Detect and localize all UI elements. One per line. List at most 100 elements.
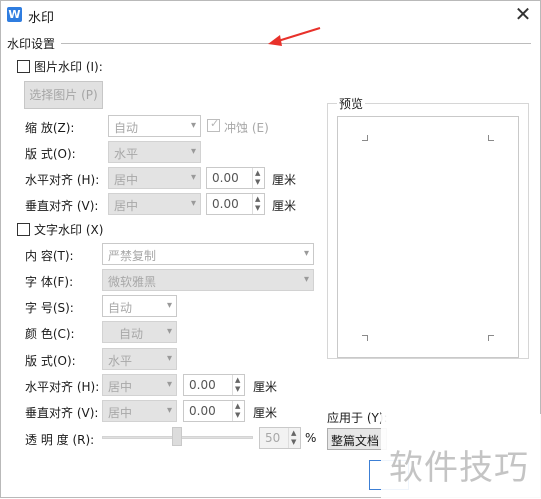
content-value: 严禁复制 xyxy=(108,249,157,263)
arrow-up-icon[interactable]: ▲ xyxy=(255,170,260,177)
washout-checkbox[interactable]: ✓ xyxy=(207,117,220,132)
image-watermark-checkbox[interactable] xyxy=(17,60,30,73)
arrow-up-icon[interactable]: ▲ xyxy=(255,196,260,203)
apply-to-value: 整篇文档 xyxy=(331,434,380,448)
font-value: 微软雅黑 xyxy=(108,275,157,289)
annotation-arrow-icon xyxy=(268,27,321,46)
dialog-title: 水印 xyxy=(28,11,55,26)
color-select[interactable]: 自动 ▾ xyxy=(102,321,177,343)
text-v-align-select[interactable]: 居中 ▾ xyxy=(102,400,177,422)
text-layout-label: 版 式(O): xyxy=(25,354,76,368)
wps-w-icon: W xyxy=(7,7,22,22)
select-image-button[interactable]: 选择图片 (P) xyxy=(24,81,103,109)
image-v-align-select[interactable]: 居中 ▾ xyxy=(108,193,201,215)
size-value: 自动 xyxy=(108,301,133,315)
image-h-offset-value: 0.00 xyxy=(212,171,239,185)
color-value: 自动 xyxy=(119,327,144,341)
chevron-down-icon: ▾ xyxy=(166,300,172,311)
arrow-down-icon[interactable]: ▼ xyxy=(291,439,296,446)
text-v-align-value: 居中 xyxy=(108,406,133,420)
image-v-align-label: 垂直对齐 (V): xyxy=(25,199,99,213)
chevron-down-icon: ▾ xyxy=(190,172,196,183)
arrow-down-icon[interactable]: ▼ xyxy=(255,179,260,186)
scale-select-value: 自动 xyxy=(114,121,139,135)
size-select[interactable]: 自动 ▾ xyxy=(102,295,177,317)
image-layout-select[interactable]: 水平 ▾ xyxy=(108,141,201,163)
arrow-up-icon[interactable]: ▲ xyxy=(291,430,296,437)
text-v-offset-value: 0.00 xyxy=(189,404,216,418)
image-v-offset-value: 0.00 xyxy=(212,197,239,211)
arrow-down-icon[interactable]: ▼ xyxy=(255,205,260,212)
color-label: 颜 色(C): xyxy=(25,327,75,341)
image-layout-label: 版 式(O): xyxy=(25,147,76,161)
checkmark-icon: ✓ xyxy=(210,117,220,130)
opacity-value: 50 xyxy=(265,431,281,445)
site-watermark: 软件技巧 xyxy=(381,414,541,499)
image-v-align-value: 居中 xyxy=(114,199,139,213)
chevron-down-icon: ▾ xyxy=(190,146,196,157)
chevron-down-icon: ▾ xyxy=(166,326,172,337)
text-h-align-select[interactable]: 居中 ▾ xyxy=(102,374,177,396)
text-v-offset-stepper[interactable]: 0.00 ▲ ▼ xyxy=(183,400,245,422)
scale-select[interactable]: 自动 ▾ xyxy=(108,115,201,137)
image-watermark-label: 图片水印 (I): xyxy=(34,60,103,74)
text-watermark-checkbox[interactable] xyxy=(17,223,30,236)
font-label: 字 体(F): xyxy=(25,275,74,289)
text-v-unit: 厘米 xyxy=(253,406,278,420)
chevron-down-icon: ▾ xyxy=(190,120,196,131)
chevron-down-icon: ▾ xyxy=(303,248,309,259)
text-layout-value: 水平 xyxy=(108,354,133,368)
text-watermark-label: 文字水印 (X) xyxy=(34,223,104,237)
page-corner-mark xyxy=(362,335,368,341)
page-corner-mark xyxy=(488,335,494,341)
chevron-down-icon: ▾ xyxy=(166,353,172,364)
washout-label: 冲蚀 (E) xyxy=(224,121,269,135)
text-h-unit: 厘米 xyxy=(253,380,278,394)
text-h-offset-stepper[interactable]: 0.00 ▲ ▼ xyxy=(183,374,245,396)
apply-to-label: 应用于 (Y): xyxy=(327,411,388,425)
preview-label: 预览 xyxy=(337,95,366,112)
stepper-controls: ▲ ▼ xyxy=(288,428,300,448)
watermark-dialog: W 水印 ✕ 水印设置 图片水印 (I): 选择图片 (P) 缩 放(Z): 自… xyxy=(0,0,541,499)
preview-page xyxy=(337,116,519,358)
content-select[interactable]: 严禁复制 ▾ xyxy=(102,243,314,265)
opacity-label: 透 明 度 (R): xyxy=(25,433,95,447)
size-label: 字 号(S): xyxy=(25,301,74,315)
scale-label: 缩 放(Z): xyxy=(25,121,75,135)
text-h-offset-value: 0.00 xyxy=(189,378,216,392)
arrow-down-icon[interactable]: ▼ xyxy=(235,386,240,393)
site-watermark-text: 软件技巧 xyxy=(389,448,529,488)
stepper-controls: ▲ ▼ xyxy=(252,168,264,188)
chevron-down-icon: ▾ xyxy=(303,274,309,285)
image-h-align-select[interactable]: 居中 ▾ xyxy=(108,167,201,189)
image-h-align-label: 水平对齐 (H): xyxy=(25,173,100,187)
opacity-unit: % xyxy=(305,431,317,445)
text-h-align-value: 居中 xyxy=(108,380,133,394)
chevron-down-icon: ▾ xyxy=(166,379,172,390)
image-layout-value: 水平 xyxy=(114,147,139,161)
image-v-unit: 厘米 xyxy=(272,199,297,213)
image-h-unit: 厘米 xyxy=(272,173,297,187)
content-label: 内 容(T): xyxy=(25,249,74,263)
image-h-align-value: 居中 xyxy=(114,173,139,187)
stepper-controls: ▲ ▼ xyxy=(232,401,244,421)
stepper-controls: ▲ ▼ xyxy=(252,194,264,214)
text-h-align-label: 水平对齐 (H): xyxy=(25,380,100,394)
chevron-down-icon: ▾ xyxy=(190,198,196,209)
font-select[interactable]: 微软雅黑 ▾ xyxy=(102,269,314,291)
page-corner-mark xyxy=(362,135,368,141)
chevron-down-icon: ▾ xyxy=(166,405,172,416)
arrow-up-icon[interactable]: ▲ xyxy=(235,377,240,384)
apply-to-select[interactable]: 整篇文档 xyxy=(327,428,387,450)
text-v-align-label: 垂直对齐 (V): xyxy=(25,406,99,420)
arrow-down-icon[interactable]: ▼ xyxy=(235,412,240,419)
image-v-offset-stepper[interactable]: 0.00 ▲ ▼ xyxy=(206,193,265,215)
text-layout-select[interactable]: 水平 ▾ xyxy=(102,348,177,370)
opacity-slider-thumb[interactable] xyxy=(172,427,182,446)
arrow-up-icon[interactable]: ▲ xyxy=(235,403,240,410)
opacity-stepper[interactable]: 50 ▲ ▼ xyxy=(259,427,301,449)
close-button[interactable]: ✕ xyxy=(512,4,534,26)
image-h-offset-stepper[interactable]: 0.00 ▲ ▼ xyxy=(206,167,265,189)
group-title: 水印设置 xyxy=(7,37,56,51)
page-corner-mark xyxy=(488,135,494,141)
